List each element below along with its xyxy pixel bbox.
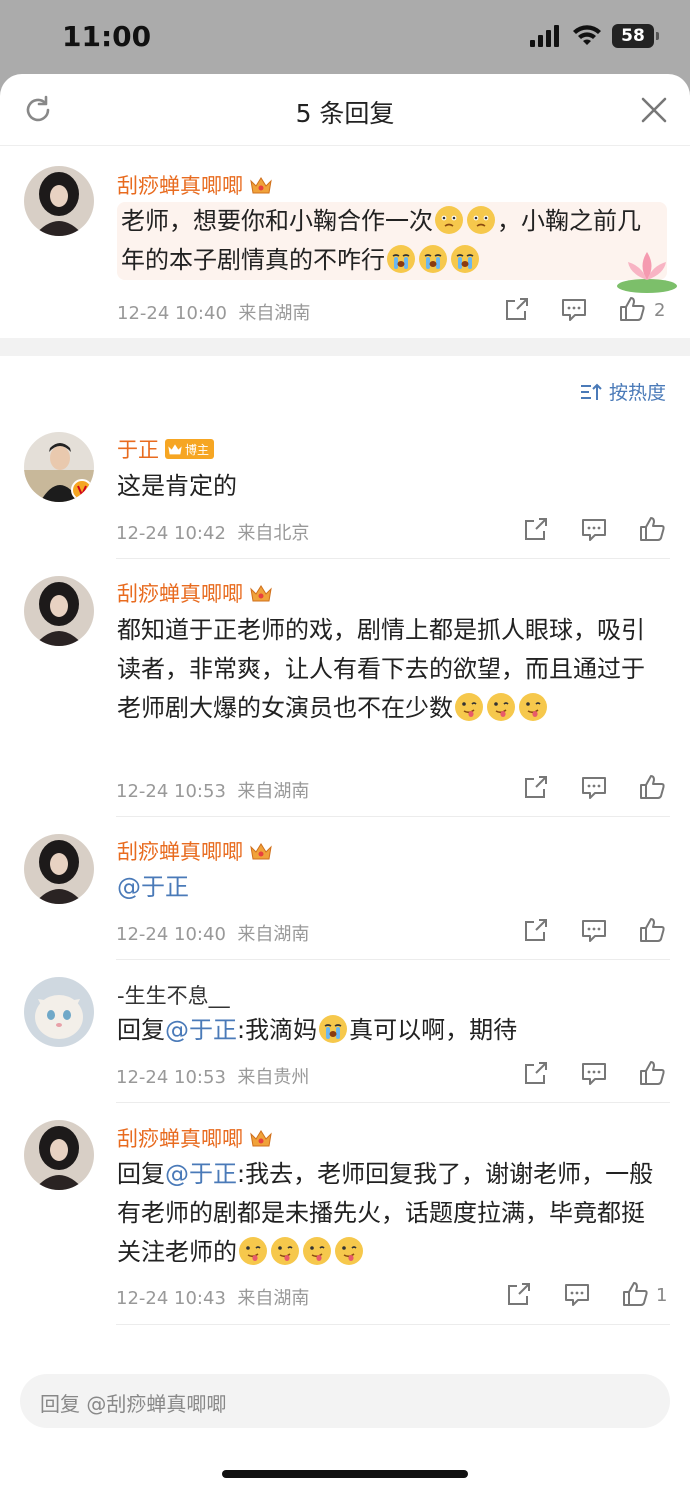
crown-icon — [250, 843, 272, 860]
section-divider — [0, 338, 690, 356]
comment-author[interactable]: 刮痧蝉真唧唧 — [117, 170, 273, 200]
comment-icon[interactable] — [580, 517, 608, 543]
author-name: 刮痧蝉真唧唧 — [117, 174, 243, 198]
avatar[interactable] — [24, 834, 94, 904]
avatar[interactable] — [24, 432, 94, 502]
share-icon[interactable] — [503, 297, 531, 323]
crown-icon — [250, 177, 272, 194]
reply-placeholder: 回复 @刮痧蝉真唧唧 — [40, 1392, 227, 1416]
reply-text: 回复@于正:我去，老师回复我了，谢谢老师，一般有老师的剧都是未播先火，话题度拉满… — [117, 1160, 654, 1266]
comment-icon[interactable] — [560, 297, 588, 323]
status-bar: 11:00 58 — [0, 0, 690, 76]
comment-icon[interactable] — [580, 775, 608, 801]
author-name: 刮痧蝉真唧唧 — [117, 840, 243, 864]
reply-text: 都知道于正老师的戏，剧情上都是抓人眼球，吸引读者，非常爽，让人有看下去的欲望，而… — [117, 616, 645, 722]
status-icons: 58 — [530, 24, 659, 48]
crown-icon — [168, 444, 182, 455]
status-time: 11:00 — [62, 20, 152, 53]
comment-icon[interactable] — [580, 1061, 608, 1087]
wifi-icon — [573, 25, 601, 45]
sad-face-emoji — [467, 206, 495, 234]
comment-icon[interactable] — [563, 1282, 591, 1308]
avatar[interactable] — [24, 977, 94, 1047]
share-icon[interactable] — [505, 1282, 533, 1308]
reply-text: 回复@于正:我滴妈 真可以啊，期待 — [117, 1015, 518, 1044]
reply-input[interactable]: 回复 @刮痧蝉真唧唧 — [20, 1374, 670, 1428]
author-name: 于正 — [117, 438, 159, 462]
close-icon[interactable] — [640, 96, 668, 124]
divider — [116, 1324, 670, 1325]
thumbs-up-icon[interactable] — [638, 516, 666, 542]
sheet-title: 5 条回复 — [295, 99, 395, 128]
thumbs-up-icon[interactable] — [638, 1060, 666, 1086]
like-count: 2 — [654, 300, 666, 321]
divider — [116, 959, 670, 960]
signal-icon — [530, 25, 559, 47]
tongue-face-emoji — [303, 1237, 331, 1265]
crying-face-emoji — [387, 245, 415, 273]
home-indicator[interactable] — [222, 1470, 468, 1478]
reply-author[interactable]: -生生不息__ — [117, 980, 230, 1010]
mention-link[interactable]: @于正 — [165, 1160, 237, 1188]
mention-link[interactable]: @于正 — [165, 1016, 237, 1044]
tongue-face-emoji — [239, 1237, 267, 1265]
sheet-header: 5 条回复 — [0, 74, 690, 146]
thumbs-up-icon[interactable] — [618, 296, 646, 322]
reply-meta: 12-24 10:53 来自湖南 — [116, 781, 310, 802]
sad-face-emoji — [435, 206, 463, 234]
reply-author[interactable]: 刮痧蝉真唧唧 — [117, 1123, 273, 1153]
divider — [116, 1102, 670, 1103]
thumbs-up-icon[interactable] — [638, 917, 666, 943]
comment-text: 老师，想要你和小鞠合作一次 ，小鞠之前几年的本子剧情真的不咋行 — [117, 202, 667, 280]
replies-sheet: 5 条回复 刮痧蝉真唧唧 老师，想要你和小鞠合作一次 ，小鞠之前几年的本子剧情真的… — [0, 74, 690, 1493]
share-icon[interactable] — [522, 918, 550, 944]
thumbs-up-icon[interactable] — [621, 1281, 649, 1307]
reply-text: 这是肯定的 — [117, 472, 237, 500]
tongue-face-emoji — [335, 1237, 363, 1265]
share-icon[interactable] — [522, 1061, 550, 1087]
divider — [116, 816, 670, 817]
reply-author[interactable]: 刮痧蝉真唧唧 — [117, 836, 273, 866]
lotus-decoration-icon — [617, 252, 677, 293]
divider — [116, 558, 670, 559]
avatar[interactable] — [24, 576, 94, 646]
crown-icon — [250, 1130, 272, 1147]
reply-meta: 12-24 10:40 来自湖南 — [116, 924, 310, 945]
thumbs-up-icon[interactable] — [638, 774, 666, 800]
reply-author[interactable]: 刮痧蝉真唧唧 — [117, 578, 273, 608]
comment-icon[interactable] — [580, 918, 608, 944]
reply-meta: 12-24 10:53 来自贵州 — [116, 1067, 310, 1088]
sort-icon — [580, 383, 602, 400]
share-icon[interactable] — [522, 517, 550, 543]
reply-meta: 12-24 10:42 来自北京 — [116, 523, 310, 544]
sort-by-hot-button[interactable]: 按热度 — [579, 378, 666, 405]
crying-face-emoji — [319, 1015, 348, 1043]
tongue-face-emoji — [271, 1237, 299, 1265]
battery-indicator: 58 — [612, 24, 659, 48]
avatar[interactable] — [24, 1120, 94, 1190]
host-badge: 博主 — [165, 439, 215, 459]
crying-face-emoji — [419, 245, 447, 273]
author-name: 刮痧蝉真唧唧 — [117, 1127, 243, 1151]
crown-icon — [250, 585, 272, 602]
crying-face-emoji — [451, 245, 479, 273]
author-name: 刮痧蝉真唧唧 — [117, 582, 243, 606]
share-icon[interactable] — [522, 775, 550, 801]
author-name: -生生不息__ — [117, 984, 230, 1008]
tongue-face-emoji — [487, 693, 515, 721]
like-count: 1 — [656, 1285, 668, 1306]
reply-author[interactable]: 于正 博主 — [117, 434, 215, 464]
comment-meta: 12-24 10:40 来自湖南 — [117, 303, 311, 324]
mention-link[interactable]: @于正 — [117, 873, 189, 901]
avatar[interactable] — [24, 166, 94, 236]
reply-text: @于正 — [117, 868, 657, 907]
reply-meta: 12-24 10:43 来自湖南 — [116, 1288, 310, 1309]
tongue-face-emoji — [455, 693, 483, 721]
tongue-face-emoji — [519, 693, 547, 721]
